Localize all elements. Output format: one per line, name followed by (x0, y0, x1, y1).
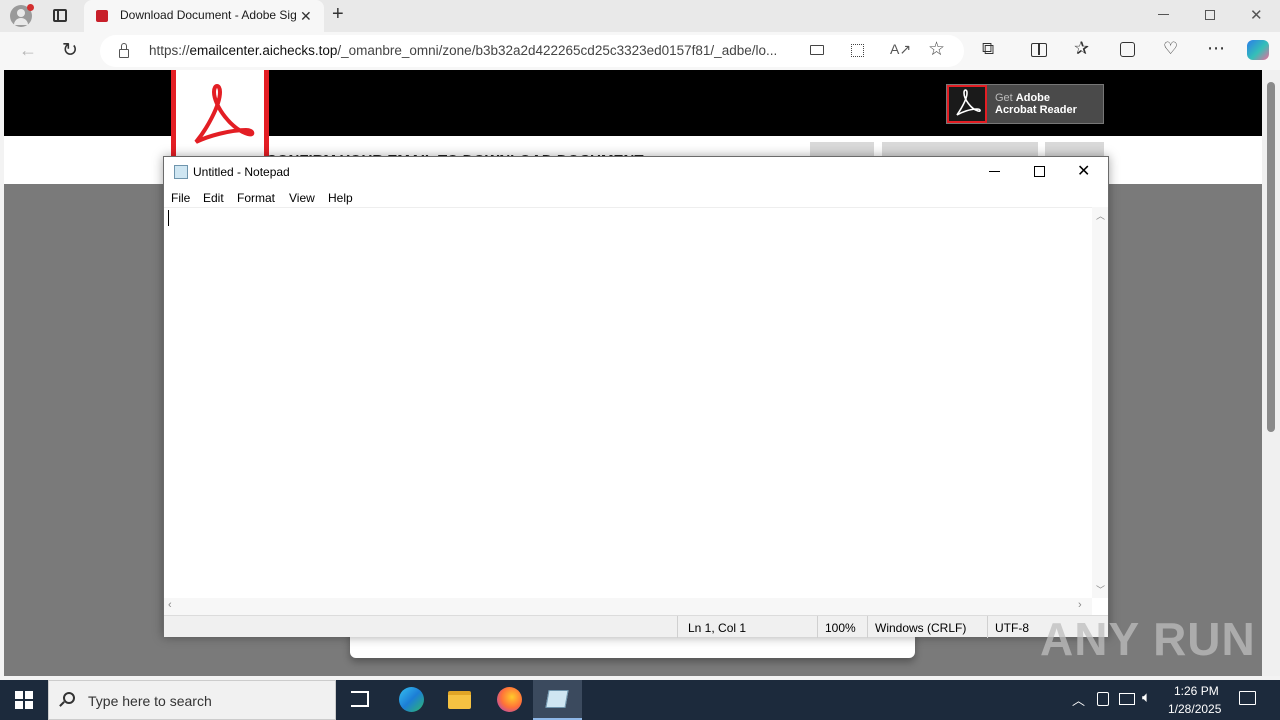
task-view-icon[interactable] (351, 691, 369, 707)
extensions-icon[interactable]: ⧉ (982, 39, 994, 59)
tab-actions-icon[interactable] (53, 9, 67, 22)
apps-grid-icon[interactable] (851, 44, 864, 57)
firefox-icon[interactable] (497, 687, 522, 712)
new-tab-icon[interactable]: + (332, 3, 344, 26)
refresh-icon[interactable]: ↻ (62, 39, 78, 62)
status-line-ending: Windows (CRLF) (875, 621, 967, 635)
restore-browser-icon[interactable] (1205, 10, 1215, 20)
file-explorer-icon[interactable] (448, 691, 471, 709)
notepad-taskbar-icon (545, 690, 569, 708)
tray-device-icon[interactable] (1097, 692, 1109, 706)
banner-reader-label: Acrobat Reader (995, 104, 1077, 116)
install-app-icon[interactable] (810, 45, 824, 55)
close-tab-icon[interactable]: ✕ (300, 8, 312, 25)
notepad-horizontal-scrollbar[interactable]: ‹ › (164, 598, 1092, 615)
menu-edit[interactable]: Edit (203, 191, 224, 205)
taskbar-search-box[interactable]: Type here to search (48, 680, 336, 720)
back-icon[interactable]: ← (19, 40, 37, 61)
start-windows-icon[interactable] (15, 691, 33, 709)
volume-icon[interactable]: 🔈︎ (1142, 689, 1151, 706)
minimize-browser-icon[interactable] (1158, 14, 1169, 15)
close-icon[interactable]: ✕ (1077, 161, 1090, 181)
collections-icon[interactable] (1120, 42, 1135, 57)
tray-chevron-icon[interactable]: ︿ (1072, 690, 1085, 709)
lock-icon[interactable] (119, 43, 129, 58)
favorites-icon[interactable]: ✰ (1074, 38, 1089, 59)
tab-title: Download Document - Adobe Sign (120, 8, 296, 22)
menu-view[interactable]: View (289, 191, 315, 205)
minimize-icon[interactable] (989, 171, 1000, 172)
close-browser-icon[interactable]: ✕ (1250, 6, 1263, 24)
page-scrollbar[interactable] (1262, 70, 1280, 676)
banner-get-label: Get (995, 92, 1013, 104)
text-cursor (168, 210, 169, 226)
maximize-icon[interactable] (1034, 166, 1045, 177)
menu-format[interactable]: Format (237, 191, 275, 205)
notepad-title: Untitled - Notepad (193, 165, 290, 179)
anyrun-watermark: ANY RUN (1040, 613, 1256, 665)
notepad-text-area[interactable] (164, 207, 1092, 598)
clock-date[interactable]: 1/28/2025 (1168, 702, 1221, 716)
adobe-favicon-icon (96, 10, 108, 22)
profile-icon[interactable] (10, 4, 34, 27)
status-zoom: 100% (825, 621, 856, 635)
search-placeholder: Type here to search (88, 693, 212, 709)
edge-browser-icon[interactable] (399, 687, 424, 712)
banner-adobe-label: Adobe (1015, 92, 1051, 104)
url-text[interactable]: https://emailcenter.aichecks.top/_omanbr… (149, 43, 799, 58)
notepad-app-icon (174, 165, 188, 179)
menu-file[interactable]: File (171, 191, 190, 205)
notepad-status-bar: Ln 1, Col 1 100% Windows (CRLF) UTF-8 (164, 615, 1108, 638)
split-screen-icon[interactable] (1031, 43, 1047, 57)
get-adobe-reader-button[interactable]: Get Adobe Acrobat Reader (946, 84, 1104, 124)
taskbar-notepad-button[interactable] (533, 680, 582, 720)
clock-time[interactable]: 1:26 PM (1174, 684, 1219, 698)
read-aloud-icon[interactable]: A↗ (890, 41, 911, 58)
status-position: Ln 1, Col 1 (688, 621, 747, 635)
status-encoding: UTF-8 (995, 621, 1029, 635)
acrobat-icon (947, 85, 987, 123)
notepad-window[interactable]: Untitled - Notepad ✕ File Edit Format Vi… (163, 156, 1109, 638)
notepad-vertical-scrollbar[interactable]: ︿ ﹀ (1092, 207, 1108, 598)
network-icon[interactable] (1119, 693, 1135, 705)
notifications-icon[interactable] (1239, 691, 1256, 705)
favorite-star-icon[interactable]: ☆ (928, 38, 945, 61)
menu-help[interactable]: Help (328, 191, 353, 205)
browser-essentials-icon[interactable]: ♡ (1163, 39, 1178, 59)
pdf-logo-icon (171, 70, 269, 170)
more-menu-icon[interactable]: ⋯ (1207, 38, 1225, 59)
copilot-icon[interactable] (1247, 40, 1269, 60)
